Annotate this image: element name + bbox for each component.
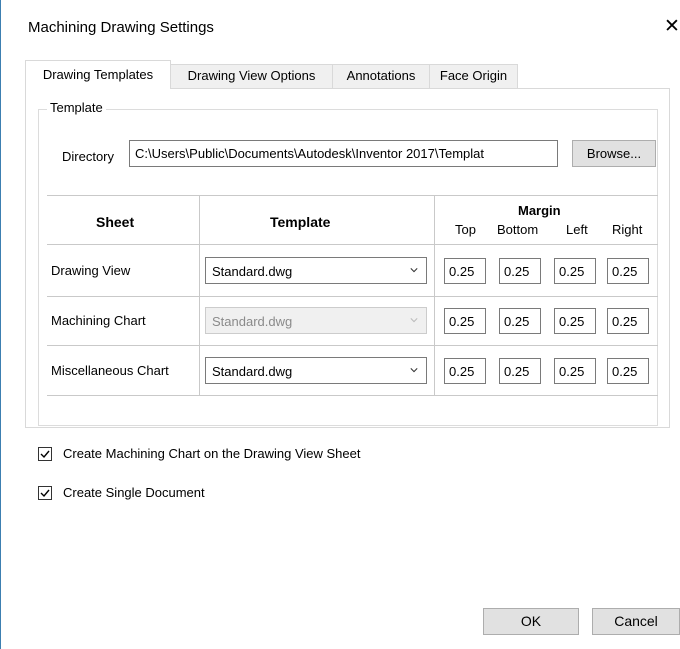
close-icon[interactable]: ✕	[664, 15, 680, 38]
table-top-line	[47, 195, 658, 196]
margin-right-field[interactable]: 0.25	[607, 308, 649, 334]
table-col-divider	[199, 195, 200, 395]
margin-bottom-header: Bottom	[497, 222, 539, 237]
cancel-button[interactable]: Cancel	[592, 608, 680, 635]
margin-top-field[interactable]: 0.25	[444, 258, 486, 284]
browse-button[interactable]: Browse...	[572, 140, 656, 167]
template-column-header: Template	[270, 214, 331, 230]
template-dropdown-drawing-view[interactable]: Standard.dwg	[205, 257, 427, 284]
tab-drawing-view-options[interactable]: Drawing View Options	[170, 64, 333, 88]
tab-face-origin[interactable]: Face Origin	[429, 64, 518, 88]
margin-left-field[interactable]: 0.25	[554, 358, 596, 384]
create-machining-chart-label[interactable]: Create Machining Chart on the Drawing Vi…	[63, 446, 360, 461]
row-label-drawing-view: Drawing View	[51, 263, 131, 278]
directory-label: Directory	[62, 149, 115, 164]
ok-button[interactable]: OK	[483, 608, 579, 635]
template-group-legend: Template	[47, 100, 106, 115]
table-header-line	[47, 244, 658, 245]
chevron-down-icon	[410, 318, 418, 323]
create-single-document-label[interactable]: Create Single Document	[63, 485, 205, 500]
margin-left-field[interactable]: 0.25	[554, 258, 596, 284]
margin-top-field[interactable]: 0.25	[444, 308, 486, 334]
tab-annotations[interactable]: Annotations	[332, 64, 430, 88]
template-dropdown-machining-chart: Standard.dwg	[205, 307, 427, 334]
template-dropdown-miscellaneous-chart[interactable]: Standard.dwg	[205, 357, 427, 384]
margin-bottom-field[interactable]: 0.25	[499, 308, 541, 334]
table-col-divider	[434, 195, 435, 395]
create-single-document-checkbox[interactable]	[38, 486, 52, 500]
margin-right-field[interactable]: 0.25	[607, 258, 649, 284]
table-bottom-line	[47, 395, 658, 396]
table-row-line	[47, 345, 658, 346]
window-border	[0, 0, 1, 649]
chevron-down-icon	[410, 368, 418, 373]
window-title: Machining Drawing Settings	[28, 19, 214, 36]
tab-drawing-templates[interactable]: Drawing Templates	[25, 60, 171, 89]
create-machining-chart-checkbox[interactable]	[38, 447, 52, 461]
template-dropdown-value: Standard.dwg	[212, 364, 293, 379]
margin-left-header: Left	[566, 222, 588, 237]
sheet-column-header: Sheet	[96, 214, 135, 230]
chevron-down-icon	[410, 268, 418, 273]
table-row-line	[47, 296, 658, 297]
margin-left-field[interactable]: 0.25	[554, 308, 596, 334]
margin-column-header: Margin	[518, 203, 561, 218]
row-label-miscellaneous-chart: Miscellaneous Chart	[51, 363, 169, 378]
checkmark-icon	[40, 450, 50, 459]
margin-top-field[interactable]: 0.25	[444, 358, 486, 384]
template-dropdown-value: Standard.dwg	[212, 314, 293, 329]
margin-bottom-field[interactable]: 0.25	[499, 358, 541, 384]
margin-right-field[interactable]: 0.25	[607, 358, 649, 384]
row-label-machining-chart: Machining Chart	[51, 313, 146, 328]
template-dropdown-value: Standard.dwg	[212, 264, 293, 279]
title-bar: Machining Drawing Settings	[1, 0, 680, 56]
margin-right-header: Right	[612, 222, 643, 237]
margin-bottom-field[interactable]: 0.25	[499, 258, 541, 284]
checkmark-icon	[40, 489, 50, 498]
directory-input[interactable]: C:\Users\Public\Documents\Autodesk\Inven…	[129, 140, 558, 167]
margin-top-header: Top	[455, 222, 476, 237]
